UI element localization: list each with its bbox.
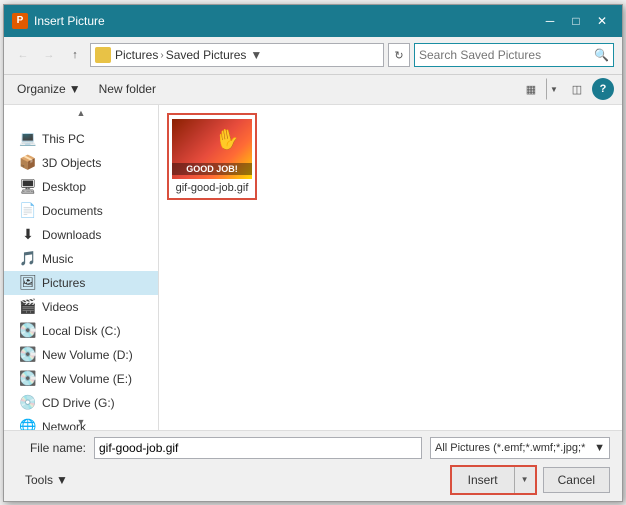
help-button[interactable]: ?: [592, 78, 614, 100]
sidebar-item-videos[interactable]: 🎬 Videos: [4, 295, 158, 319]
this-pc-icon: 💻: [20, 131, 36, 147]
file-item-name: gif-good-job.gif: [176, 182, 249, 194]
sidebar-item-local-disk-c[interactable]: 💽 Local Disk (C:): [4, 319, 158, 343]
search-icon: 🔍: [594, 48, 609, 62]
title-bar-controls: ─ □ ✕: [538, 9, 614, 33]
search-input[interactable]: [419, 48, 594, 62]
sidebar-item-label-local-disk-c: Local Disk (C:): [42, 324, 150, 338]
insert-button[interactable]: Insert: [452, 467, 515, 493]
pane-button[interactable]: ◫: [566, 78, 588, 100]
toolbar2-right: ▦ ▼ ◫ ?: [520, 78, 614, 100]
desktop-icon: 🖥: [20, 179, 36, 195]
close-button[interactable]: ✕: [590, 9, 614, 33]
local-disk-c-icon: 💽: [20, 323, 36, 339]
sidebar-item-label-new-volume-d: New Volume (D:): [42, 348, 150, 362]
documents-icon: 📄: [20, 203, 36, 219]
bottom-buttons-row: Tools ▼ Insert ▼ Cancel: [16, 465, 610, 495]
insert-dropdown-button[interactable]: ▼: [515, 467, 535, 493]
breadcrumb-path-1: Pictures: [115, 48, 158, 62]
app-icon: P: [12, 13, 28, 29]
sidebar-item-label-documents: Documents: [42, 204, 150, 218]
organize-toolbar: Organize ▼ New folder ▦ ▼ ◫ ?: [4, 75, 622, 105]
file-thumbnail: ✋ GOOD JOB!: [172, 119, 252, 179]
sidebar-item-this-pc[interactable]: 💻 This PC: [4, 127, 158, 151]
tools-button[interactable]: Tools ▼: [16, 469, 77, 491]
view-dropdown-button[interactable]: ▼: [546, 78, 562, 100]
file-type-dropdown[interactable]: All Pictures (*.emf;*.wmf;*.jpg;* ▼: [430, 437, 610, 459]
file-item[interactable]: ✋ GOOD JOB! gif-good-job.gif: [167, 113, 257, 200]
breadcrumb-separator: ›: [160, 50, 163, 61]
sidebar-item-label-pictures: Pictures: [42, 276, 150, 290]
title-bar: P Insert Picture ─ □ ✕: [4, 5, 622, 37]
refresh-button[interactable]: ↻: [388, 43, 410, 67]
breadcrumb-bar[interactable]: Pictures › Saved Pictures ▼: [90, 43, 384, 67]
sidebar-item-label-new-volume-e: New Volume (E:): [42, 372, 150, 386]
breadcrumb-path-2: Saved Pictures: [166, 48, 247, 62]
sidebar-item-downloads[interactable]: ⬇ Downloads: [4, 223, 158, 247]
new-volume-e-icon: 💽: [20, 371, 36, 387]
maximize-button[interactable]: □: [564, 9, 588, 33]
sidebar-item-label-3d-objects: 3D Objects: [42, 156, 150, 170]
sidebar-item-3d-objects[interactable]: 📦 3D Objects: [4, 151, 158, 175]
music-icon: 🎵: [20, 251, 36, 267]
bottom-area: File name: All Pictures (*.emf;*.wmf;*.j…: [4, 430, 622, 501]
sidebar-item-music[interactable]: 🎵 Music: [4, 247, 158, 271]
file-name-input[interactable]: [94, 437, 422, 459]
organize-button[interactable]: Organize ▼: [12, 79, 86, 99]
downloads-icon: ⬇: [20, 227, 36, 243]
file-type-dropdown-arrow: ▼: [594, 442, 605, 454]
tools-dropdown-arrow: ▼: [56, 473, 68, 487]
3d-objects-icon: 📦: [20, 155, 36, 171]
sidebar-item-label-desktop: Desktop: [42, 180, 150, 194]
sidebar-scroll-up[interactable]: ▲: [4, 105, 158, 121]
file-area: ✋ GOOD JOB! gif-good-job.gif: [159, 105, 622, 430]
dialog-title: Insert Picture: [34, 14, 538, 28]
minimize-button[interactable]: ─: [538, 9, 562, 33]
sidebar-item-label-downloads: Downloads: [42, 228, 150, 242]
view-button[interactable]: ▦: [520, 78, 542, 100]
file-type-value: All Pictures (*.emf;*.wmf;*.jpg;*: [435, 442, 585, 454]
sidebar-scroll-down[interactable]: ▼: [4, 414, 158, 430]
sidebar: ▲ 💻 This PC 📦 3D Objects 🖥 Desktop 📄 Documents ⬇…: [4, 105, 159, 430]
sidebar-item-label-cd-drive-g: CD Drive (G:): [42, 396, 150, 410]
back-button[interactable]: ←: [12, 44, 34, 66]
thumb-hand-icon: ✋: [213, 125, 242, 154]
sidebar-item-desktop[interactable]: 🖥 Desktop: [4, 175, 158, 199]
breadcrumb-folder-icon: [95, 47, 111, 63]
insert-picture-dialog: P Insert Picture ─ □ ✕ ← → ↑ Pictures › …: [3, 4, 623, 502]
sidebar-item-cd-drive-g[interactable]: 💿 CD Drive (G:): [4, 391, 158, 415]
forward-button[interactable]: →: [38, 44, 60, 66]
sidebar-item-label-videos: Videos: [42, 300, 150, 314]
sidebar-item-label-music: Music: [42, 252, 150, 266]
new-folder-button[interactable]: New folder: [94, 79, 161, 99]
sidebar-item-new-volume-d[interactable]: 💽 New Volume (D:): [4, 343, 158, 367]
sidebar-item-label-this-pc: This PC: [42, 132, 150, 146]
sidebar-items: 💻 This PC 📦 3D Objects 🖥 Desktop 📄 Documents ⬇ Do…: [4, 109, 158, 430]
cd-drive-g-icon: 💿: [20, 395, 36, 411]
navigation-toolbar: ← → ↑ Pictures › Saved Pictures ▼ ↻ 🔍: [4, 37, 622, 75]
new-volume-d-icon: 💽: [20, 347, 36, 363]
search-box: 🔍: [414, 43, 614, 67]
organize-dropdown-icon: ▼: [69, 82, 81, 96]
up-button[interactable]: ↑: [64, 44, 86, 66]
main-content: ▲ 💻 This PC 📦 3D Objects 🖥 Desktop 📄 Documents ⬇…: [4, 105, 622, 430]
cancel-button[interactable]: Cancel: [543, 467, 610, 493]
sidebar-item-documents[interactable]: 📄 Documents: [4, 199, 158, 223]
thumb-overlay-text: GOOD JOB!: [172, 163, 252, 175]
sidebar-item-new-volume-e[interactable]: 💽 New Volume (E:): [4, 367, 158, 391]
file-name-row: File name: All Pictures (*.emf;*.wmf;*.j…: [16, 437, 610, 459]
sidebar-item-pictures[interactable]: 🖼 Pictures: [4, 271, 158, 295]
pictures-icon: 🖼: [20, 275, 36, 291]
file-name-label: File name:: [16, 441, 86, 455]
breadcrumb-dropdown-arrow[interactable]: ▼: [250, 48, 262, 62]
videos-icon: 🎬: [20, 299, 36, 315]
insert-button-group: Insert ▼: [450, 465, 537, 495]
